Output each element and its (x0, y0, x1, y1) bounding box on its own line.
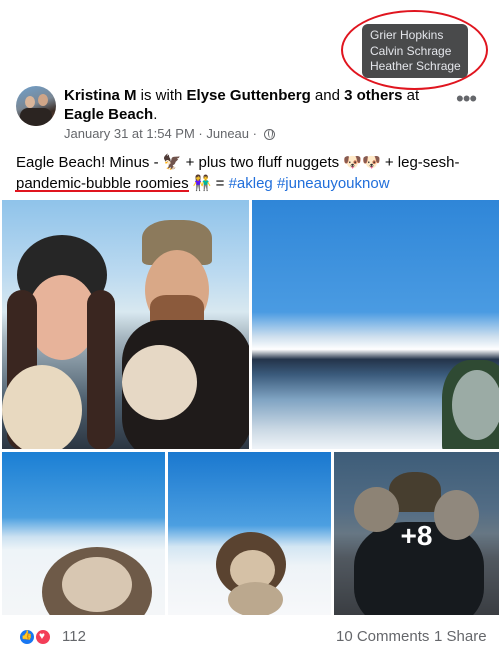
with-text: is with (136, 87, 187, 104)
and-text: and (310, 87, 345, 104)
photo-landscape[interactable] (252, 200, 499, 449)
annotation-underline (15, 190, 189, 192)
love-reaction-icon (34, 628, 52, 646)
tagged-person[interactable]: Elyse Guttenberg (187, 87, 311, 104)
post-text: Eagle Beach! Minus - 🦅 + plus two fluff … (16, 152, 486, 194)
hashtag-link[interactable]: #akleg (229, 175, 273, 192)
period: . (153, 106, 158, 123)
shares-link[interactable]: 1 Share (434, 628, 487, 645)
photo-selfie[interactable] (2, 200, 249, 449)
hashtag-link[interactable]: #juneauyouknow (277, 175, 390, 192)
post-meta: January 31 at 1:54 PM · Juneau · (64, 126, 275, 142)
author-name[interactable]: Kristina M (64, 87, 137, 104)
place-link[interactable]: Eagle Beach (64, 106, 153, 123)
others-link[interactable]: 3 others (344, 87, 402, 104)
post-text-part: 👫 = (188, 175, 229, 192)
reaction-count[interactable]: 112 (62, 628, 86, 645)
avatar[interactable] (16, 86, 56, 126)
photo-dog-1[interactable] (2, 452, 165, 615)
annotation-circle (341, 10, 488, 90)
timestamp[interactable]: January 31 at 1:54 PM · Juneau · (64, 126, 261, 141)
photo-more[interactable]: +8 (334, 452, 499, 615)
comments-link[interactable]: 10 Comments (336, 628, 429, 645)
post-footer: 112 10 Comments 1 Share (0, 626, 500, 650)
photo-dog-2[interactable] (168, 452, 331, 615)
reactions[interactable] (18, 626, 58, 648)
more-photos-count: +8 (400, 520, 433, 551)
more-options-icon[interactable]: ••• (456, 88, 477, 110)
at-text: at (402, 87, 420, 104)
post-text-part: Eagle Beach! Minus - 🦅 + plus two fluff … (16, 154, 460, 171)
globe-icon (263, 129, 275, 140)
post-header: Kristina M is with Elyse Guttenberg and … (64, 86, 454, 124)
